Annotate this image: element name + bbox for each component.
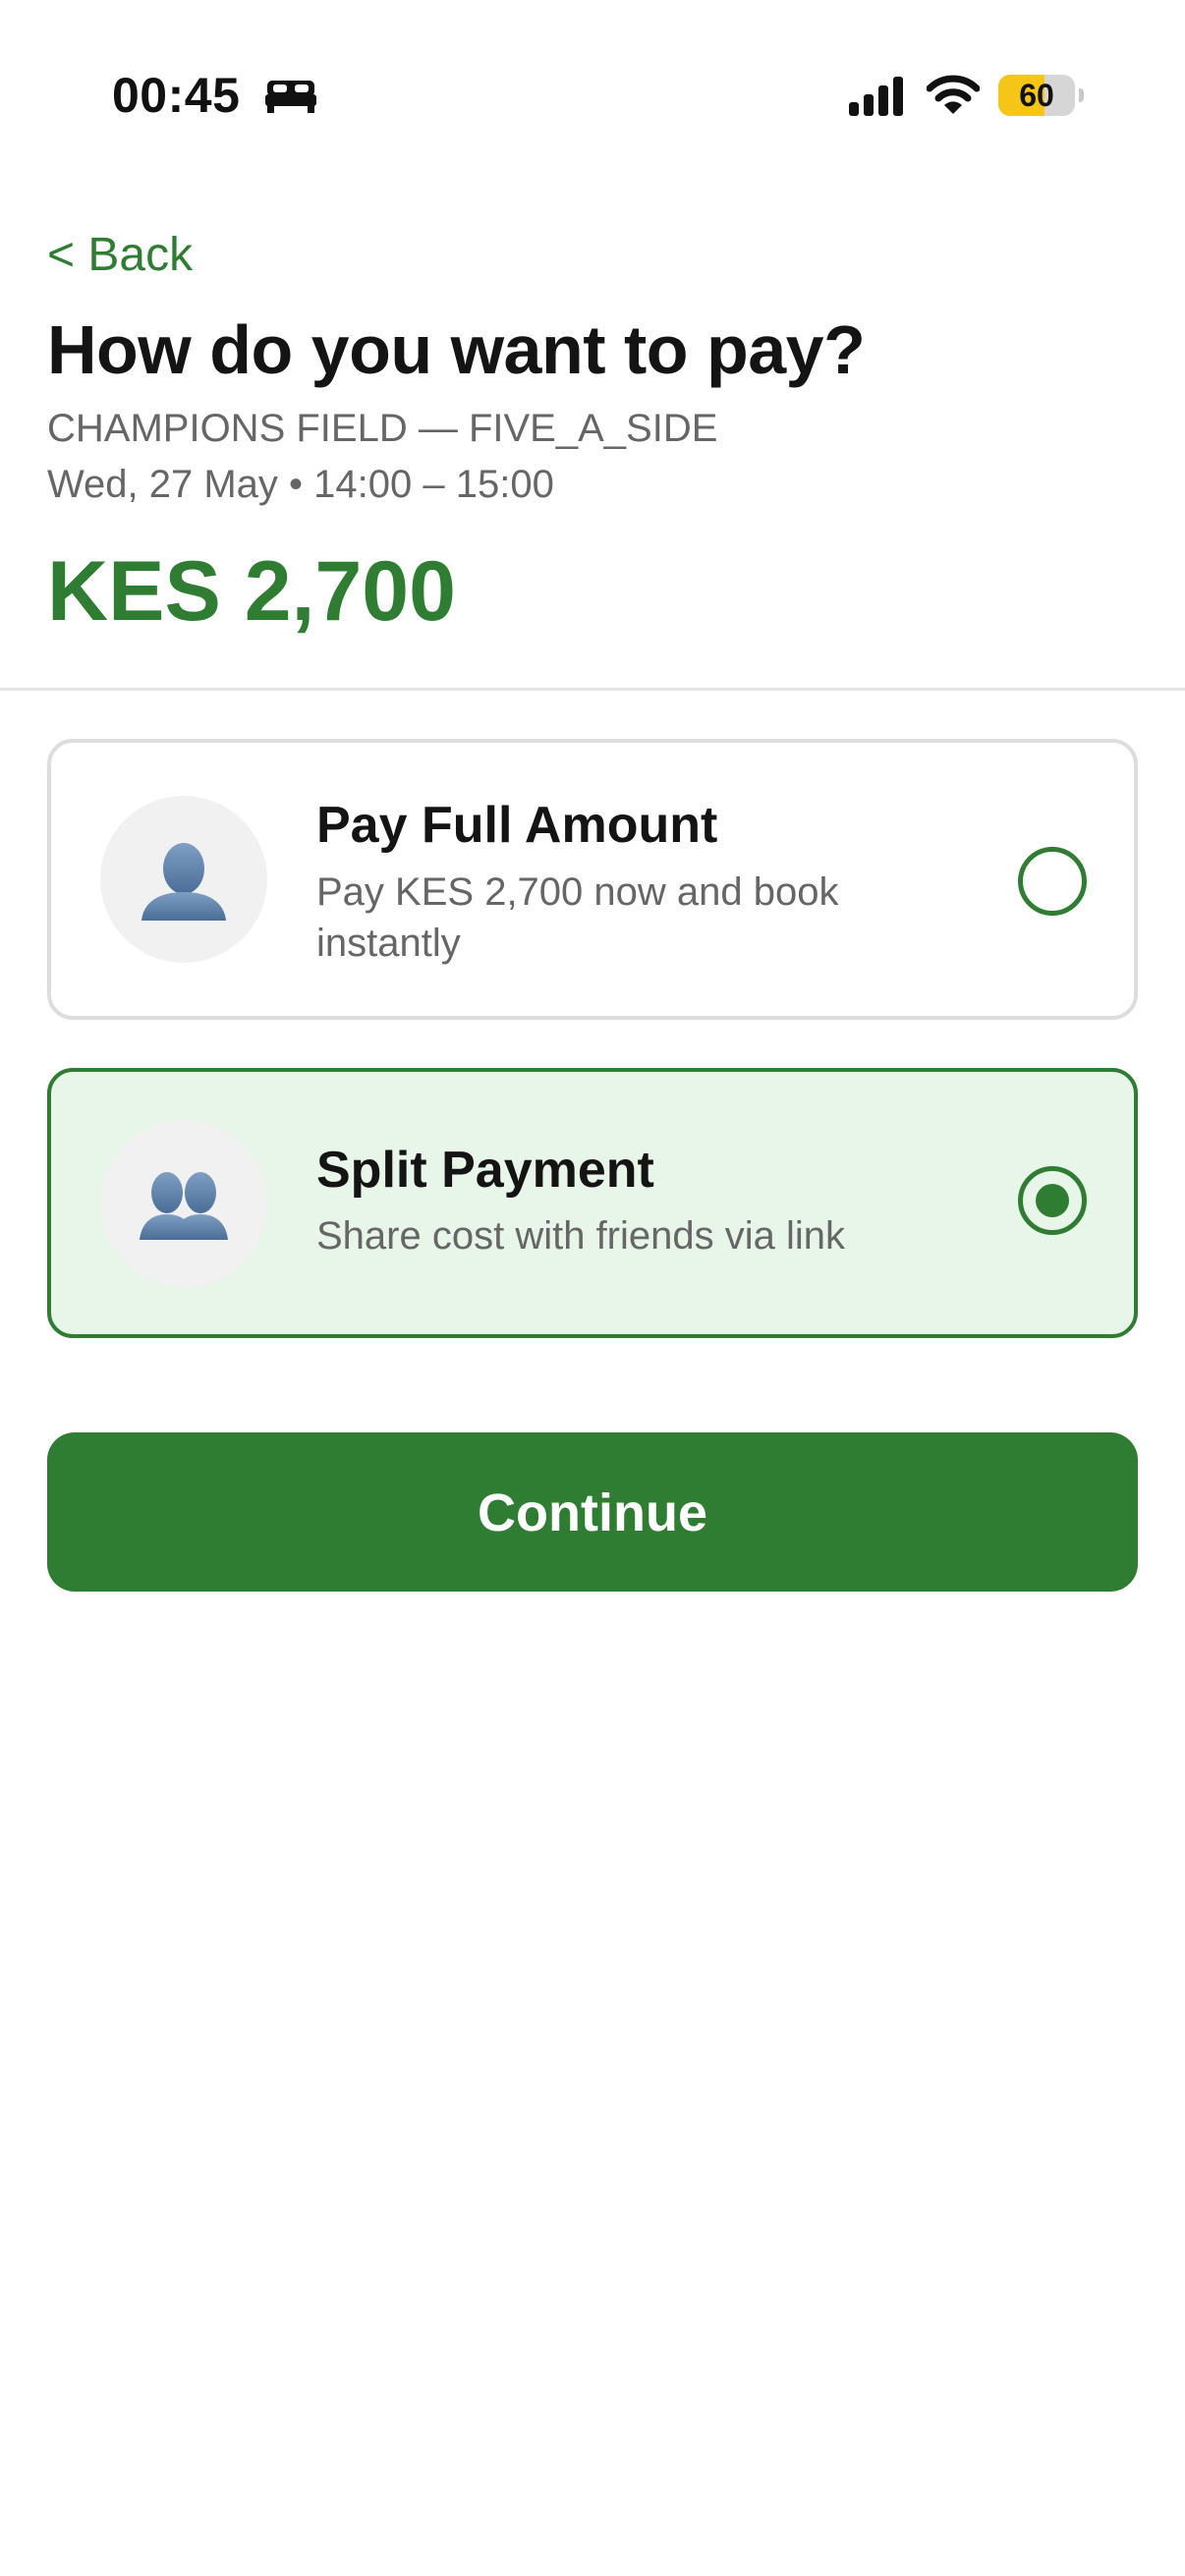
battery-icon: 60 bbox=[998, 75, 1084, 116]
two-people-icon bbox=[100, 1120, 267, 1287]
venue-name: CHAMPIONS FIELD — FIVE_A_SIDE bbox=[47, 407, 718, 450]
pay-full-option[interactable]: Pay Full Amount Pay KES 2,700 now and bo… bbox=[47, 739, 1138, 1020]
single-person-icon bbox=[100, 796, 267, 963]
option-title: Split Payment bbox=[316, 1142, 654, 1199]
continue-button[interactable]: Continue bbox=[47, 1432, 1138, 1592]
booking-slot: Wed, 27 May • 14:00 – 15:00 bbox=[47, 463, 554, 506]
option-description: Pay KES 2,700 now and book instantly bbox=[316, 870, 839, 965]
page-title: How do you want to pay? bbox=[47, 311, 866, 388]
radio-selected-dot bbox=[1036, 1184, 1069, 1217]
divider bbox=[0, 688, 1185, 691]
wifi-icon bbox=[926, 73, 981, 121]
signal-icon bbox=[849, 77, 908, 121]
status-time: 00:45 bbox=[112, 68, 241, 123]
battery-level: 60 bbox=[1019, 78, 1054, 113]
split-payment-option[interactable]: Split Payment Share cost with friends vi… bbox=[47, 1068, 1138, 1338]
back-button[interactable]: < Back bbox=[47, 228, 193, 282]
option-title: Pay Full Amount bbox=[316, 797, 718, 854]
radio-pay-full[interactable] bbox=[1018, 847, 1087, 916]
status-bar: 00:45 60 bbox=[0, 0, 1185, 196]
total-amount: KES 2,700 bbox=[47, 544, 456, 639]
bed-icon bbox=[265, 77, 316, 119]
option-description: Share cost with friends via link bbox=[316, 1214, 846, 1258]
radio-split-payment[interactable] bbox=[1018, 1166, 1087, 1235]
